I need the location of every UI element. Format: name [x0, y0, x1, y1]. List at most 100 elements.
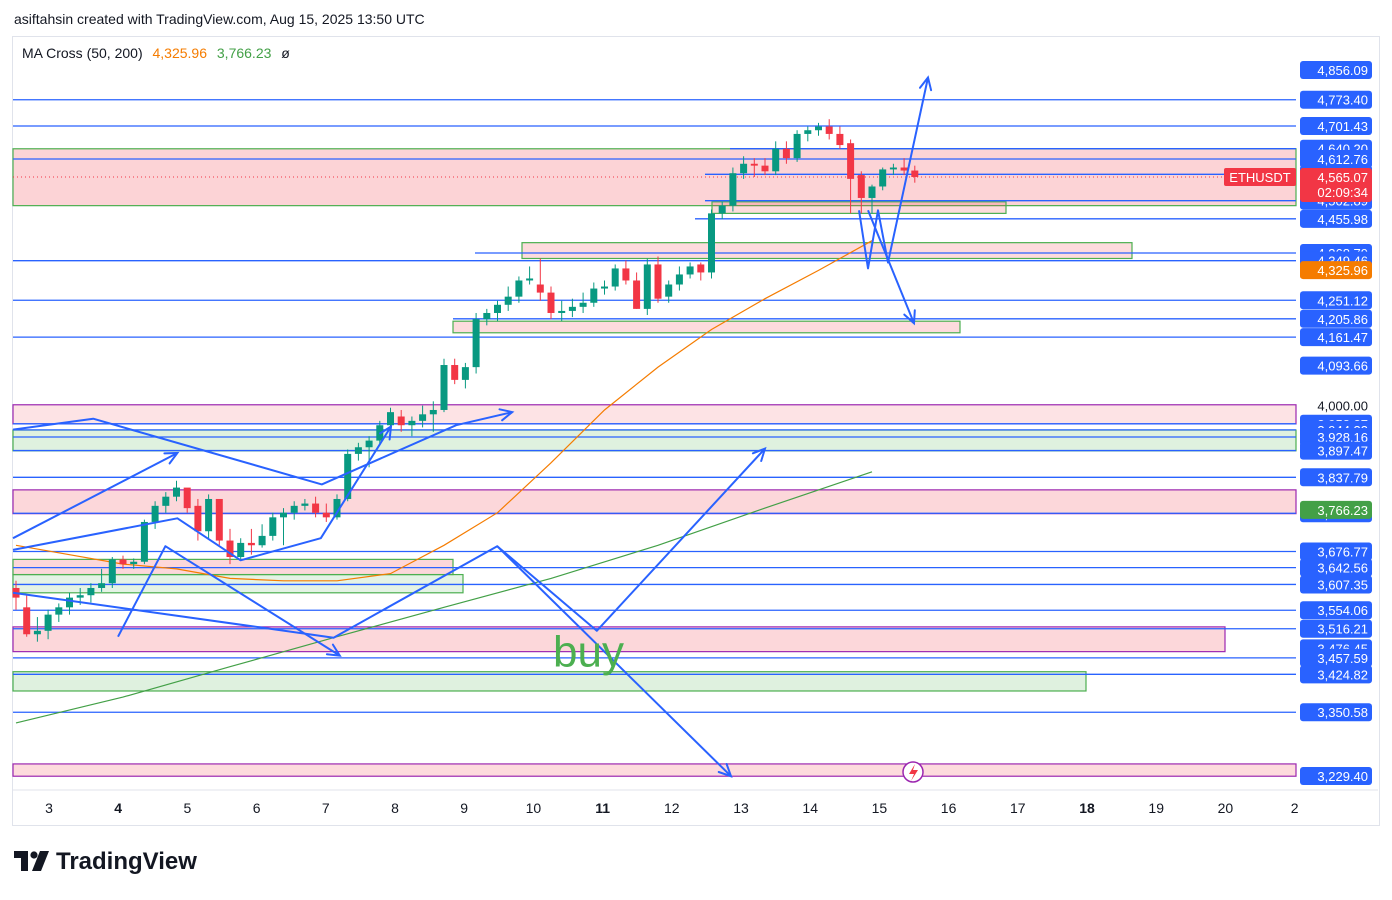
- price-scale-label: 3,642.56: [1317, 561, 1368, 576]
- candle: [708, 209, 715, 279]
- candle: [665, 280, 673, 303]
- candle: [472, 312, 480, 374]
- candle: [504, 286, 512, 311]
- candle: [515, 276, 523, 303]
- candle-body: [772, 148, 780, 172]
- candle-body: [654, 264, 662, 299]
- candle-body: [365, 440, 373, 448]
- price-chart[interactable]: buy4,856.094,773.404,701.434,640.204,612…: [0, 0, 1392, 900]
- candle-body: [536, 284, 544, 293]
- candle: [729, 167, 737, 212]
- countdown-timer: 02:09:34: [1317, 185, 1368, 200]
- candle-body: [205, 498, 213, 532]
- candle-body: [611, 268, 619, 287]
- time-axis-label: 3: [45, 800, 53, 816]
- price-scale-label: 3,607.35: [1317, 577, 1368, 592]
- time-axis-label: 9: [460, 800, 468, 816]
- time-axis-label: 15: [872, 800, 888, 816]
- price-scale-label: 4,093.66: [1317, 359, 1368, 374]
- tradingview-logo[interactable]: TradingView: [14, 848, 197, 876]
- candle-body: [729, 173, 737, 206]
- price-scale-label: 3,516.21: [1317, 622, 1368, 637]
- price-scale-label: 3,554.06: [1317, 603, 1368, 618]
- candle-body: [290, 505, 298, 513]
- candle-body: [162, 496, 170, 506]
- price-scale-label: 4,251.12: [1317, 293, 1368, 308]
- candle: [547, 286, 555, 320]
- zone-box: [12, 763, 1297, 777]
- price-scale-label: 4,455.98: [1317, 212, 1368, 227]
- candle-body: [269, 517, 277, 536]
- time-axis-label: 8: [391, 800, 399, 816]
- candle-body: [472, 319, 480, 368]
- candle-body: [215, 498, 223, 541]
- candle: [815, 122, 822, 136]
- candle: [461, 362, 469, 389]
- time-axis-label: 12: [664, 800, 680, 816]
- time-axis-label: 11: [595, 800, 610, 816]
- candle: [675, 266, 683, 291]
- candle-body: [847, 143, 855, 179]
- candle-body: [140, 521, 148, 562]
- price-scale-label: 3,457.59: [1317, 651, 1368, 666]
- candle: [654, 256, 662, 303]
- time-axis-label: 13: [733, 800, 749, 816]
- candle-body: [183, 487, 191, 509]
- price-scale-label: 3,837.79: [1317, 470, 1368, 485]
- time-axis-label: 6: [253, 800, 261, 816]
- candle: [205, 494, 213, 539]
- candle-body: [568, 306, 576, 311]
- candle: [697, 262, 705, 281]
- candle-body: [397, 416, 405, 426]
- candle-body: [815, 126, 822, 131]
- candle-body: [483, 312, 491, 320]
- candle: [825, 119, 833, 140]
- candle-body: [718, 205, 726, 214]
- candle-body: [55, 607, 63, 615]
- price-scale-label: 4,205.86: [1317, 312, 1368, 327]
- candle-body: [76, 595, 84, 598]
- candle: [280, 508, 287, 546]
- candle-body: [354, 447, 362, 454]
- candle-body: [408, 420, 416, 426]
- candle: [633, 272, 641, 309]
- candle-body: [247, 542, 255, 546]
- candle-body: [98, 583, 106, 588]
- candle-body: [761, 165, 769, 172]
- candle-body: [601, 286, 608, 289]
- candle-body: [173, 487, 180, 497]
- tradingview-brand: TradingView: [56, 848, 197, 875]
- candle-body: [879, 169, 887, 187]
- candle-body: [301, 503, 309, 506]
- price-scale-label: 3,676.77: [1317, 544, 1368, 559]
- candle-body: [130, 561, 138, 565]
- price-scale-label: 3,897.47: [1317, 444, 1368, 459]
- time-axis-label: 10: [526, 800, 542, 816]
- plot-area: buy: [12, 75, 1297, 783]
- price-scale-label: 3,229.40: [1317, 769, 1368, 784]
- candle-body: [793, 133, 801, 159]
- candle-body: [23, 607, 31, 635]
- candle-body: [590, 288, 598, 303]
- candle-body: [750, 163, 758, 166]
- zone-box: [521, 242, 1133, 260]
- candle-body: [108, 559, 116, 584]
- time-axis-label: 2: [1291, 800, 1299, 816]
- zone-box: [452, 320, 961, 334]
- candle: [269, 512, 277, 541]
- price-scale-label: 4,161.47: [1317, 330, 1368, 345]
- candle-body: [119, 559, 127, 565]
- candle-body: [740, 163, 748, 174]
- ma50-price-badge-text: 4,325.96: [1317, 263, 1368, 278]
- time-axis: 3 4 5 6 7 8 9 10 11 12 13 14 15 16 17 18 19 20 2: [13, 789, 1378, 816]
- candle: [526, 266, 534, 285]
- candle: [836, 126, 844, 149]
- candle: [601, 280, 608, 295]
- candle-body: [911, 170, 919, 177]
- candle-body: [900, 167, 908, 171]
- candle-body: [461, 367, 469, 380]
- candle: [237, 538, 245, 560]
- candle-body: [708, 213, 715, 273]
- candle-body: [547, 292, 555, 313]
- candle-body: [526, 278, 534, 281]
